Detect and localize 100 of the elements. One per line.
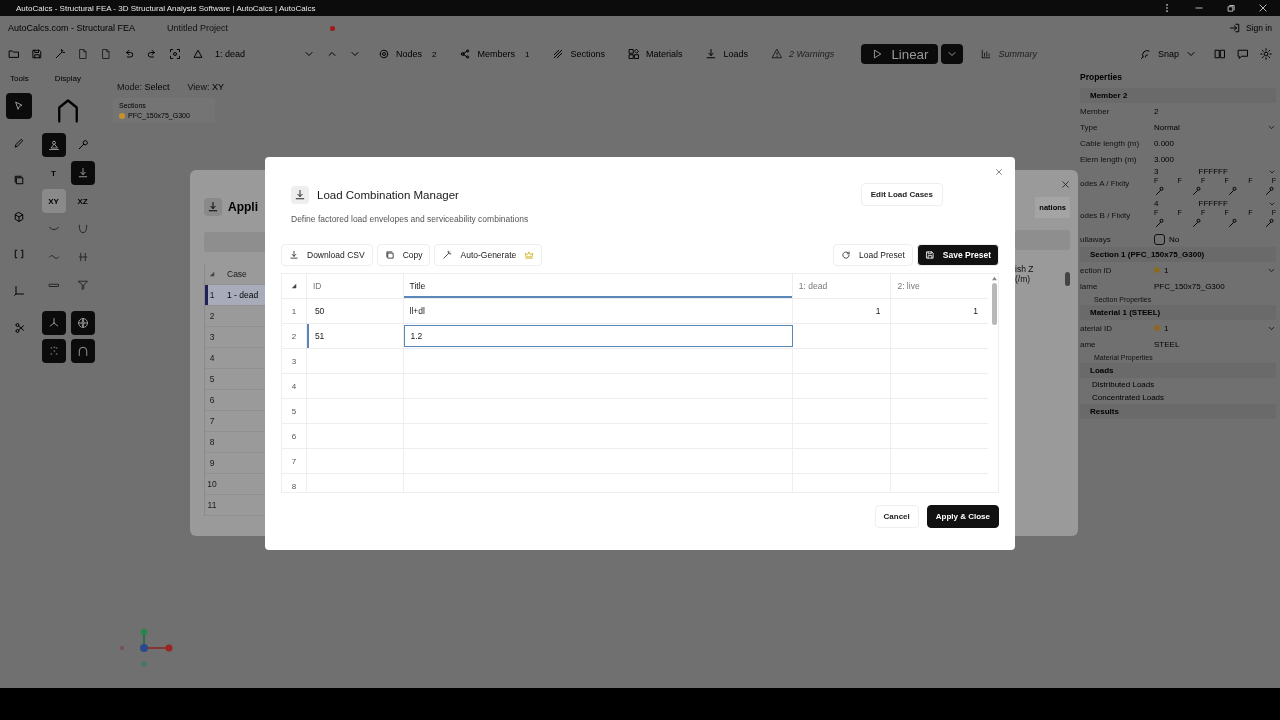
toolbar-button[interactable]: Nodes 2	[372, 48, 443, 60]
panel-tab[interactable]: Tools	[10, 74, 29, 83]
support-toggle[interactable]	[41, 133, 66, 157]
display-toggle[interactable]: T	[41, 161, 66, 185]
fixity-pin-icon[interactable]	[1154, 185, 1166, 197]
field-value[interactable]: STEEL	[1154, 339, 1276, 349]
scroll-up-icon[interactable]	[990, 276, 998, 281]
load-type-item[interactable]: Distributed Loads	[1080, 378, 1276, 391]
corner-icon[interactable]	[290, 283, 297, 289]
field-value[interactable]: 3.000	[1154, 154, 1276, 164]
panel-tab[interactable]: Display	[54, 74, 81, 83]
dots-toggle[interactable]	[41, 339, 66, 363]
column-header[interactable]: Title	[403, 274, 793, 298]
download-icon	[76, 167, 89, 179]
column-header[interactable]: 1: dead	[792, 274, 892, 298]
download-toggle[interactable]	[70, 161, 95, 185]
project-name[interactable]: Untitled Project	[167, 23, 229, 33]
table-cell[interactable]: 1	[875, 306, 881, 316]
undo-icon[interactable]	[123, 48, 135, 60]
section-header[interactable]: Loads	[1080, 363, 1276, 378]
fixity-pin-icon[interactable]	[1263, 185, 1276, 197]
save-icon[interactable]	[31, 48, 43, 60]
bracket-icon	[13, 248, 25, 260]
type-select[interactable]: Normal	[1154, 122, 1276, 132]
section-header[interactable]: Member 2	[1080, 88, 1276, 103]
restore-icon[interactable]	[1226, 3, 1236, 13]
id-select[interactable]: 1	[1154, 323, 1276, 333]
toolbar-button[interactable]: Materials	[621, 48, 689, 60]
axis-icon	[13, 285, 25, 297]
field-label: Elem length (m)	[1080, 154, 1138, 164]
triangle-icon[interactable]	[192, 48, 204, 60]
action-button[interactable]: Download CSV	[281, 244, 373, 266]
magnet-icon	[1139, 48, 1152, 60]
edit-load-cases-button[interactable]: Edit Load Cases	[860, 183, 943, 206]
run-button[interactable]: Linear	[861, 44, 939, 64]
table-cell[interactable]: 50	[314, 306, 325, 316]
display-toggle[interactable]: XY	[41, 189, 66, 213]
node-number: 3	[1154, 167, 1159, 176]
toolbar-button[interactable]: Members 1	[453, 48, 536, 60]
snap-button[interactable]: Snap	[1133, 48, 1203, 60]
close-icon[interactable]	[1061, 180, 1070, 189]
window-title: AutoCalcs - Structural FEA - 3D Structural Analysis Software | AutoCalcs | AutoCalcs	[16, 3, 316, 13]
table-cell[interactable]: ll+dl	[409, 306, 425, 316]
checkbox[interactable]	[1154, 233, 1165, 245]
preset-button[interactable]: Save Preset	[916, 244, 999, 266]
action-button[interactable]: Auto-Generate	[434, 244, 543, 266]
column-header[interactable]: ID	[306, 274, 404, 298]
action-button[interactable]: Copy	[376, 244, 431, 266]
field-label: ullaways	[1080, 234, 1112, 244]
focus-icon[interactable]	[169, 48, 181, 60]
scrollbar[interactable]	[990, 276, 998, 325]
load-type-item[interactable]: Concentrated Loads	[1080, 391, 1276, 404]
panel-title: Properties	[1080, 72, 1124, 82]
bracket-icon	[76, 251, 89, 263]
field-label: odes A / Fixity	[1080, 178, 1131, 188]
display-toggle[interactable]: XZ	[70, 189, 95, 213]
fixity-pin-icon[interactable]	[1263, 217, 1276, 229]
table-cell[interactable]: 51	[314, 331, 325, 341]
node-color-code: FFFFFF	[1198, 199, 1228, 208]
redo-icon[interactable]	[146, 48, 158, 60]
scrollbar[interactable]	[1065, 272, 1070, 286]
fixity-pin-icon[interactable]	[1190, 185, 1203, 197]
run-options-button[interactable]	[941, 44, 964, 64]
id-select[interactable]: 1	[1154, 265, 1276, 275]
axes-toggle[interactable]	[41, 311, 66, 335]
toolbar-strip	[1015, 230, 1070, 250]
field-label: Cable length (m)	[1080, 138, 1141, 148]
toolbar-button[interactable]: Sections	[546, 48, 611, 60]
table-cell[interactable]: 1	[973, 306, 978, 316]
sign-in-button[interactable]: Sign in	[1229, 22, 1272, 34]
arch-toggle[interactable]	[70, 339, 95, 363]
fixity-pin-icon[interactable]	[1227, 217, 1240, 229]
section-header[interactable]: Results	[1080, 404, 1276, 419]
row-number: 3	[291, 356, 297, 366]
preset-button[interactable]: Load Preset	[832, 244, 913, 266]
apply-button[interactable]: Apply & Close	[926, 505, 999, 528]
fixity-pin-icon[interactable]	[1190, 217, 1203, 229]
book-icon[interactable]	[1214, 48, 1226, 60]
title-input[interactable]: 1.2	[403, 325, 793, 347]
pointer-tool-button[interactable]	[6, 93, 32, 119]
field-value[interactable]: PFC_150x75_G300	[1154, 281, 1276, 291]
folder-icon[interactable]	[8, 48, 20, 60]
field-value[interactable]: 0.000	[1154, 138, 1276, 148]
settings-icon[interactable]	[1260, 48, 1272, 60]
column-header[interactable]: 2: live	[891, 274, 988, 298]
toolbar-button[interactable]: Loads	[699, 48, 754, 60]
sign-in-icon	[1229, 22, 1241, 34]
fixity-pin-icon[interactable]	[1154, 217, 1166, 229]
chat-icon[interactable]	[1237, 48, 1249, 60]
load-case-select[interactable]: 1: dead	[215, 48, 315, 60]
document-icon[interactable]	[77, 48, 89, 60]
fixity-pin-icon[interactable]	[1227, 185, 1240, 197]
globe-toggle[interactable]	[70, 311, 95, 335]
column-header: Case	[227, 269, 247, 279]
wand-icon[interactable]	[54, 48, 66, 60]
field-value[interactable]: 2	[1154, 106, 1276, 116]
section-header[interactable]: Section 1 (PFC_150x75_G300)	[1080, 247, 1276, 262]
cancel-button[interactable]: Cancel	[874, 505, 919, 528]
document-icon[interactable]	[100, 48, 112, 60]
section-header[interactable]: Material 1 (STEEL)	[1080, 305, 1276, 320]
